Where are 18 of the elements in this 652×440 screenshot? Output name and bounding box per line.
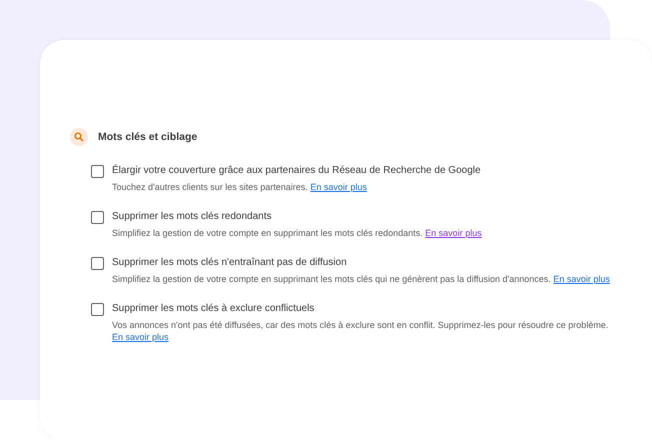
option-label: Supprimer les mots clés à exclure conflictuels (112, 302, 316, 315)
checkbox[interactable] (91, 257, 104, 270)
option-description: Vos annonces n'ont pas été diffusées, car des mots clés à exclure sont en conflit. Supprimez-les pour résoudre ce problème. En savoir plus (112, 319, 610, 343)
checkbox[interactable] (91, 303, 104, 316)
checkbox[interactable] (91, 211, 104, 224)
learn-more-link[interactable]: En savoir plus (112, 332, 169, 342)
learn-more-link[interactable]: En savoir plus (425, 228, 482, 238)
option-description: Simplifiez la gestion de votre compte en supprimant les mots clés redondants. En savoir plus (112, 227, 482, 239)
option-label: Supprimer les mots clés redondants (112, 210, 273, 223)
learn-more-link[interactable]: En savoir plus (310, 182, 367, 192)
option-label: Supprimer les mots clés n'entraînant pas de diffusion (112, 256, 348, 269)
option-label: Élargir votre couverture grâce aux partenaires du Réseau de Recherche de Google (112, 164, 481, 177)
search-icon (70, 128, 88, 146)
section-title: Mots clés et ciblage (98, 131, 198, 143)
learn-more-link[interactable]: En savoir plus (553, 274, 610, 284)
option-description: Touchez d'autres clients sur les sites partenaires. En savoir plus (112, 181, 368, 193)
checkbox[interactable] (91, 165, 104, 178)
option-description: Simplifiez la gestion de votre compte en supprimant les mots clés qui ne génèrent pas la diffusion d'annonces. En savoir plus (112, 273, 610, 285)
